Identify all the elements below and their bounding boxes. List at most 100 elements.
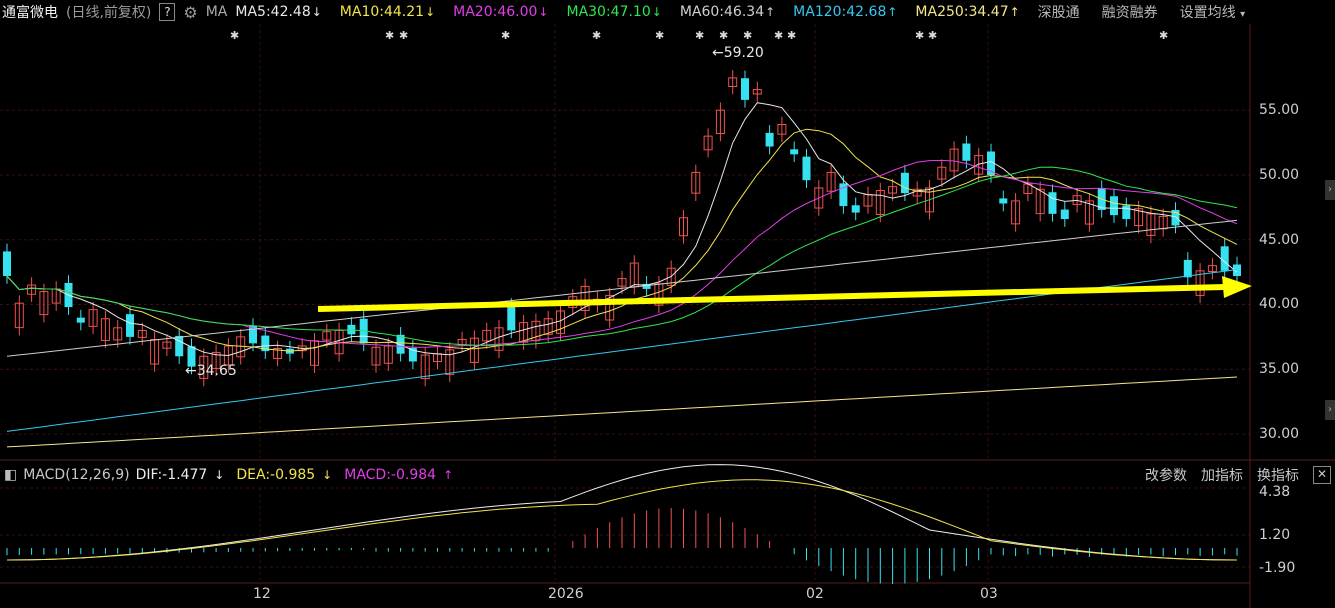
up-arrow-icon: ↑ — [765, 5, 776, 19]
ma-item-label: MA250:34.47 — [915, 4, 1009, 20]
candle-body — [999, 198, 1008, 204]
panel-collapse-icon[interactable]: › — [1325, 400, 1335, 420]
macd-tick: 1.20 — [1259, 527, 1291, 543]
time-tick: 12 — [253, 586, 271, 602]
ma-item: MA60:46.34↑ — [680, 4, 783, 20]
event-marker-icon[interactable]: ✱ — [743, 29, 752, 42]
candle-body — [962, 143, 971, 161]
ma-item-label: MA30:47.10 — [566, 4, 651, 20]
event-marker-icon[interactable]: ✱ — [655, 29, 664, 42]
event-marker-icon[interactable]: ✱ — [774, 29, 783, 42]
up-arrow-icon: ↑ — [887, 5, 898, 19]
event-marker-icon[interactable]: ✱ — [695, 29, 704, 42]
link-hk-connect[interactable]: 深股通 — [1038, 2, 1080, 22]
ma250-line — [6, 376, 1238, 448]
ma-item-label: MA10:44.21 — [339, 4, 425, 20]
price-tick: 55.00 — [1259, 102, 1300, 118]
macd-tick: 4.38 — [1259, 484, 1291, 500]
macd-label: MACD:-0.984 — [344, 467, 437, 483]
price-tick: 35.00 — [1259, 361, 1300, 377]
macd-collapse-icon[interactable]: ◧ — [4, 467, 17, 483]
down-arrow-icon: ↓ — [322, 468, 333, 482]
chevron-down-icon: ▾ — [1240, 9, 1246, 20]
candle-body — [1060, 209, 1069, 220]
low-value: 34.65 — [196, 363, 237, 379]
candle-body — [175, 335, 184, 357]
macd-title[interactable]: MACD(12,26,9) — [23, 467, 129, 483]
ma-item: MA10:44.21↓ — [340, 4, 443, 20]
gear-icon[interactable]: ⚙ — [183, 3, 197, 22]
candle-body — [900, 172, 909, 194]
candle-body — [1220, 246, 1229, 271]
down-arrow-icon: ↓ — [651, 5, 662, 19]
event-marker-icon[interactable]: ✱ — [928, 29, 937, 42]
price-tick: 30.00 — [1259, 426, 1300, 442]
macd-tick: -1.90 — [1259, 560, 1296, 576]
event-marker-icon[interactable]: ✱ — [787, 29, 796, 42]
down-arrow-icon: ↓ — [538, 5, 549, 19]
candle-body — [126, 314, 134, 337]
macd-tools: 改参数 加指标 换指标 ✕ — [1131, 464, 1335, 486]
down-arrow-icon: ↓ — [311, 5, 322, 19]
high-annotation: ←59.20 — [712, 45, 764, 61]
event-marker-icon[interactable]: ✱ — [1159, 29, 1168, 42]
settings-ma-label: 设置均线 — [1179, 5, 1236, 21]
ma-item: MA250:34.47↑ — [915, 4, 1027, 20]
time-tick: 2026 — [548, 586, 584, 602]
dea-label: DEA:-0.985 — [236, 467, 316, 483]
down-arrow-icon: ↓ — [214, 468, 225, 482]
event-marker-icon[interactable]: ✱ — [915, 29, 924, 42]
candle-body — [851, 205, 860, 213]
candle-body — [765, 132, 774, 147]
stock-name: 通富微电 — [2, 5, 58, 21]
time-tick: 02 — [806, 586, 824, 602]
down-arrow-icon: ↓ — [425, 5, 436, 19]
panel-collapse-icon[interactable]: › — [1325, 180, 1335, 200]
event-marker-icon[interactable]: ✱ — [719, 29, 728, 42]
price-tick: 50.00 — [1259, 167, 1300, 183]
ma-item: MA120:42.68↑ — [793, 4, 905, 20]
dif-value: DIF:-1.477 ↓ — [136, 467, 231, 483]
low-annotation: ←34.65 — [185, 363, 237, 379]
candle-body — [790, 149, 799, 155]
event-marker-icon[interactable]: ✱ — [385, 29, 394, 42]
up-arrow-icon: ↑ — [443, 468, 454, 482]
macd-header: ◧ MACD(12,26,9) DIF:-1.477 ↓ DEA:-0.985 ↓ … — [0, 464, 465, 486]
macd-value: MACD:-0.984 ↑ — [344, 467, 459, 483]
ma-item-label: MA60:46.34 — [679, 4, 765, 20]
add-indicator-button[interactable]: 加指标 — [1201, 465, 1243, 485]
link-margin[interactable]: 融资融券 — [1102, 2, 1158, 22]
dif-label: DIF:-1.477 — [135, 467, 208, 483]
dea-value: DEA:-0.985 ↓ — [236, 467, 338, 483]
indicator-header: 通富微电 (日线,前复权) ? ⚙ MA MA5:42.48↓ MA10:44.2… — [0, 0, 1335, 24]
ma-list: MA5:42.48↓ MA10:44.21↓ MA20:46.00↓ MA30:47.… — [235, 4, 1037, 20]
candle-body — [507, 305, 516, 331]
candle-body — [802, 156, 811, 181]
candle-body — [1048, 192, 1057, 214]
chart-mode[interactable]: (日线,前复权) — [66, 2, 151, 22]
help-icon[interactable]: ? — [159, 3, 176, 21]
event-marker-icon[interactable]: ✱ — [230, 29, 239, 42]
ma-item: MA5:42.48↓ — [235, 4, 329, 20]
high-value: 59.20 — [723, 45, 764, 61]
candle-body — [1122, 205, 1131, 220]
time-tick: 03 — [980, 586, 998, 602]
ma-prefix: MA — [205, 4, 228, 20]
candle-body — [1183, 259, 1192, 278]
price-tick: 45.00 — [1259, 232, 1300, 248]
up-arrow-icon: ↑ — [1009, 5, 1020, 19]
event-marker-icon[interactable]: ✱ — [399, 29, 408, 42]
candle-body — [3, 251, 11, 277]
close-icon[interactable]: ✕ — [1313, 466, 1331, 484]
kline-chart[interactable]: ✱ ✱ ✱ ✱ ✱ ✱ ✱ ✱ ✱ ✱ ✱ ✱ ✱ ✱ — [0, 0, 1335, 608]
settings-ma-button[interactable]: 设置均线 ▾ — [1180, 2, 1245, 22]
change-params-button[interactable]: 改参数 — [1145, 465, 1187, 485]
ma-item-label: MA20:46.00 — [453, 4, 538, 20]
switch-indicator-button[interactable]: 换指标 — [1257, 465, 1299, 485]
event-marker-icon[interactable]: ✱ — [592, 29, 601, 42]
candle-body — [347, 324, 356, 335]
ma-item: MA20:46.00↓ — [453, 4, 556, 20]
event-marker-icon[interactable]: ✱ — [501, 29, 510, 42]
ma-item-label: MA120:42.68 — [793, 4, 887, 20]
candle-body — [76, 317, 85, 323]
